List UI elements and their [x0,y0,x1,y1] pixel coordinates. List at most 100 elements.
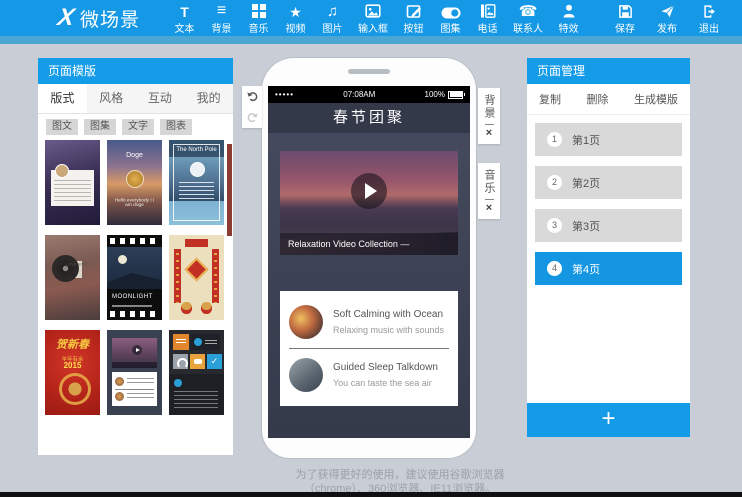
thumb-title: 贺新春 [45,336,100,352]
thumb-avatar [126,170,144,188]
toolbar-item-telephone[interactable]: 电话 [469,2,506,35]
publish-button[interactable]: 发布 [646,2,688,35]
page-list: 1 第1页 2 第2页 3 第3页 4 第4页 [527,115,690,285]
toolbar-item-effects[interactable]: 特效 [550,2,587,35]
toolbar-label: 特效 [550,20,587,35]
add-page-button[interactable]: + [527,403,690,437]
toolbar-label: 联系人 [506,20,550,35]
paper-plane-icon [660,4,675,19]
toolbar-item-gallery[interactable]: 图集 [432,2,469,35]
page-item-2[interactable]: 2 第2页 [535,166,682,199]
template-grid: Doge Hello everybody ! I am doge The Nor… [38,140,233,415]
tab-style[interactable]: 风格 [87,84,136,113]
toolbar-label: 文本 [166,20,203,35]
toolbar-item-input-box[interactable]: 输入框 [351,2,395,35]
toolbar-item-picture[interactable]: ♫ 图片 [314,2,351,35]
undo-button[interactable] [246,90,259,103]
template-thumb-new-year-paper[interactable] [169,235,224,320]
save-button[interactable]: 保存 [604,2,646,35]
toolbar-label: 按钮 [395,20,432,35]
page-title[interactable]: 春节团聚 [268,103,470,133]
save-icon [618,4,633,19]
fu-diamond [184,257,208,281]
video-component[interactable]: Relaxation Video Collection — [280,151,458,277]
filter-image-text[interactable]: 图文 [46,119,78,135]
phone-icon: ☎ [519,4,538,19]
delete-page-button[interactable]: 删除 [587,91,609,107]
copy-page-button[interactable]: 复制 [539,91,561,107]
template-panel-scrollbar[interactable] [227,144,232,236]
phone-preview: ••••• 07:08AM 100% 春节团聚 Relaxation Video… [262,58,476,458]
layer-tab-background[interactable]: 背景 × [478,88,500,144]
filter-chart[interactable]: 图表 [160,119,192,135]
template-thumb-night-quote[interactable] [45,140,100,225]
close-icon[interactable]: × [486,203,492,214]
template-thumb-love-song[interactable]: LOVE SONG [45,235,100,320]
toolbar-actions: 保存 发布 退出 [604,2,730,35]
page-item-3[interactable]: 3 第3页 [535,209,682,242]
toolbar-item-text[interactable]: T 文本 [166,2,203,35]
page-item-4[interactable]: 4 第4页 [535,252,682,285]
toolbar-label: 视频 [277,20,314,35]
page-item-1[interactable]: 1 第1页 [535,123,682,156]
playlist-item-subtitle: Relaxing music with sounds [333,325,444,335]
thumb-card [112,372,157,406]
exit-button[interactable]: 退出 [688,2,730,35]
phone-circle-icon [194,338,202,346]
page-item-label: 第2页 [572,175,600,191]
template-thumb-north-pole[interactable]: The North Pole [169,140,224,225]
template-thumb-relax-video[interactable] [107,330,162,415]
toolbar-item-music[interactable]: 音乐 [240,2,277,35]
filter-gallery[interactable]: 图集 [84,119,116,135]
template-thumb-moonlight[interactable]: MOONLIGHT [107,235,162,320]
toolbar-label: 图集 [432,20,469,35]
logo-text: 微场景 [80,5,140,32]
playlist-item[interactable]: Guided Sleep Talkdown You can taste the … [289,351,449,399]
app-window: X 微场景 T 文本 ≡ 背景 音乐 ★ 视频 ♫ 图片 [0,0,742,497]
toolbar-label: 图片 [314,20,351,35]
battery-percent: 100% [425,90,445,99]
phone-tile [191,334,220,350]
play-button-icon[interactable] [351,173,387,209]
check-tile: ✓ [207,354,222,369]
page-manager-actions: 复制 删除 生成模版 [527,84,690,115]
template-thumb-app-tiles[interactable]: ✓ [169,330,224,415]
playlist-item-avatar [289,305,323,339]
tab-mine[interactable]: 我的 [184,84,233,113]
playlist-item-title: Soft Calming with Ocean [333,309,444,320]
filter-text[interactable]: 文字 [122,119,154,135]
thumb-scroll-left [174,249,181,303]
toolbar-item-background[interactable]: ≡ 背景 [203,2,240,35]
page-item-label: 第4页 [572,261,600,277]
toolbar-item-contacts[interactable]: ☎ 联系人 [506,2,550,35]
video-caption: Relaxation Video Collection — [280,233,458,255]
template-panel-title: 页面模版 [38,58,233,84]
playlist-item-title: Guided Sleep Talkdown [333,362,438,373]
toolbar-label: 背景 [203,20,240,35]
close-icon[interactable]: × [486,128,492,139]
browser-hint-line1: 为了获得更好的使用，建议使用谷歌浏览器 [240,468,560,482]
template-thumb-doge[interactable]: Doge Hello everybody ! I am doge [107,140,162,225]
thumb-vinyl-disc [52,255,79,282]
page-manager-panel: 页面管理 复制 删除 生成模版 1 第1页 2 第2页 3 第3页 4 第4页 [527,58,690,437]
generate-template-button[interactable]: 生成模版 [634,91,678,107]
tab-layout[interactable]: 版式 [38,84,87,113]
toolbar-accent-strip [0,36,742,44]
phone-screen: ••••• 07:08AM 100% 春节团聚 Relaxation Video… [268,86,470,438]
about-tile [173,334,189,350]
toolbar-item-button[interactable]: 按钮 [395,2,432,35]
toolbar-label: 退出 [688,20,730,35]
thumb-figure [181,302,192,314]
toolbar-label: 音乐 [240,20,277,35]
thumb-title: The North Pole [169,147,224,153]
playlist-item[interactable]: Soft Calming with Ocean Relaxing music w… [289,298,449,346]
music-note-icon: ♫ [327,4,338,19]
layer-tab-divider [485,124,494,125]
thumb-scroll-right [212,249,219,303]
signal-dots-icon: ••••• [275,90,294,100]
template-thumb-he-xin-chun[interactable]: 贺新春 羊年有余 2015 [45,330,100,415]
redo-button[interactable] [246,111,259,124]
tab-interactive[interactable]: 互动 [136,84,185,113]
toolbar-item-video[interactable]: ★ 视频 [277,2,314,35]
layer-tab-music[interactable]: 音乐 × [478,163,500,219]
